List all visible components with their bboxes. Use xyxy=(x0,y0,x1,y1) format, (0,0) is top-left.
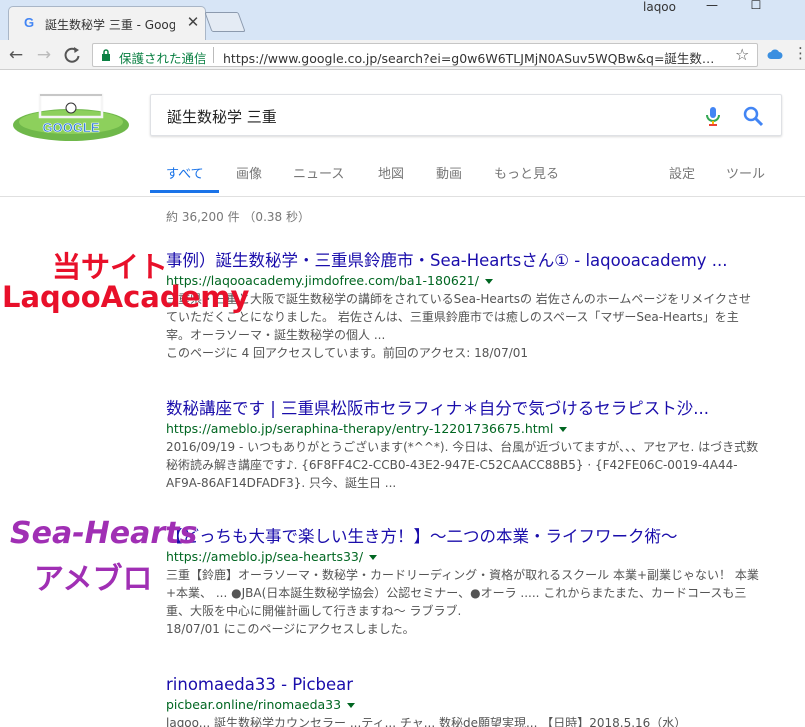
search-box[interactable]: 誕生数秘学 三重 xyxy=(150,94,782,136)
search-result: 事例）誕生数秘学・三重県鈴鹿市・Sea-Heartsさん① - laqooaca… xyxy=(166,250,766,362)
google-header: GOOGLE 誕生数秘学 三重 すべて 画像 ニュース 地図 動画 もっと見る … xyxy=(0,71,805,197)
browser-toolbar: ← → 保護された通信 https://www.google.co.jp/sea… xyxy=(0,40,805,70)
minimize-icon[interactable]: — xyxy=(697,0,727,12)
tab-images[interactable]: 画像 xyxy=(236,163,262,182)
profile-name[interactable]: laqoo xyxy=(643,0,676,14)
lock-icon xyxy=(102,49,110,61)
search-result: 数秘講座です | 三重県松阪市セラフィナ＊自分で気づけるセラピスト沙... ht… xyxy=(166,398,766,492)
back-arrow-icon[interactable]: ← xyxy=(6,45,26,65)
dropdown-arrow-icon[interactable] xyxy=(559,427,568,432)
search-result: rinomaeda33 - Picbear picbear.online/rin… xyxy=(166,674,766,727)
tab-settings[interactable]: 設定 xyxy=(669,163,695,182)
google-doodle-logo[interactable]: GOOGLE xyxy=(10,91,132,143)
maximize-icon[interactable]: ☐ xyxy=(741,0,771,12)
tab-maps[interactable]: 地図 xyxy=(378,163,404,182)
result-url: https://ameblo.jp/seraphina-therapy/entr… xyxy=(166,420,766,438)
result-snippet: 2016/09/19 - いつもありがとうございます(*^^*). 今日は、台風… xyxy=(166,440,759,490)
doodle-lettering: GOOGLE xyxy=(42,120,99,135)
microphone-icon[interactable] xyxy=(704,105,722,127)
forward-arrow-icon[interactable]: → xyxy=(34,45,54,65)
tab-news[interactable]: ニュース xyxy=(293,163,344,182)
secure-label: 保護された通信 xyxy=(119,51,207,66)
reload-icon[interactable] xyxy=(62,45,82,65)
url-text[interactable]: https://www.google.co.jp/search?ei=g0w6W… xyxy=(223,48,723,67)
result-title-link[interactable]: 数秘講座です | 三重県松阪市セラフィナ＊自分で気づけるセラピスト沙... xyxy=(166,398,766,420)
result-url-text: https://ameblo.jp/sea-hearts33/ xyxy=(166,549,364,564)
result-stats: 約 36,200 件 （0.38 秒） xyxy=(166,210,310,224)
result-url-text: https://ameblo.jp/seraphina-therapy/entr… xyxy=(166,421,554,436)
result-title-link[interactable]: 事例）誕生数秘学・三重県鈴鹿市・Sea-Heartsさん① - laqooaca… xyxy=(166,250,766,272)
result-url-text: picbear.online/rinomaeda33 xyxy=(166,697,342,712)
result-visit-info: 18/07/01 にこのページにアクセスしました。 xyxy=(166,622,415,636)
result-url: https://ameblo.jp/sea-hearts33/ xyxy=(166,548,766,566)
search-input[interactable]: 誕生数秘学 三重 xyxy=(167,106,277,127)
dropdown-arrow-icon[interactable] xyxy=(369,555,378,560)
cloud-extension-icon[interactable] xyxy=(767,48,783,60)
dropdown-arrow-icon[interactable] xyxy=(347,703,356,708)
new-tab-button[interactable] xyxy=(204,12,246,32)
search-icon[interactable] xyxy=(742,105,764,127)
bookmark-star-icon[interactable]: ☆ xyxy=(735,45,749,64)
result-title-link[interactable]: 【どっちも大事で楽しい生き方！】〜二つの本業・ライフワーク術〜 xyxy=(166,526,766,548)
tab-videos[interactable]: 動画 xyxy=(436,163,462,182)
browser-menu-icon[interactable]: ⋮ xyxy=(793,44,805,62)
annotation-blog-name: Sea-Hearts xyxy=(10,516,198,551)
result-url: picbear.online/rinomaeda33 xyxy=(166,696,766,714)
omnibox-divider xyxy=(213,47,214,63)
result-title-link[interactable]: rinomaeda33 - Picbear xyxy=(166,674,766,696)
tab-title: 誕生数秘学 三重 - Googl xyxy=(45,18,175,32)
annotation-site-name: LaqooAcademy xyxy=(2,280,250,314)
browser-tab[interactable]: G 誕生数秘学 三重 - Googl ✕ xyxy=(8,6,206,40)
annotation-blog-label: アメブロ xyxy=(34,562,153,597)
result-snippet: 三重【鈴鹿】オーラソーマ・数秘学・カードリーディング・資格が取れるスクール 本業… xyxy=(166,568,759,618)
active-tab-underline xyxy=(150,190,219,193)
result-visit-info: このページに 4 回アクセスしています。前回のアクセス: 18/07/01 xyxy=(166,346,529,360)
tab-tools[interactable]: ツール xyxy=(726,163,765,182)
search-result: 【どっちも大事で楽しい生き方！】〜二つの本業・ライフワーク術〜 https://… xyxy=(166,526,766,638)
result-snippet: 三重県・三重と大阪で誕生数秘学の講師をされているSea-Heartsの 岩佐さん… xyxy=(166,292,751,342)
address-bar[interactable]: 保護された通信 https://www.google.co.jp/search?… xyxy=(92,43,758,67)
browser-titlebar: G 誕生数秘学 三重 - Googl ✕ laqoo — ☐ xyxy=(0,0,805,40)
result-snippet: laqoo... 誕生数秘学カウンセラー ...ティ... チャ... 数秘de… xyxy=(166,716,687,727)
google-favicon-icon: G xyxy=(23,15,35,30)
tab-more[interactable]: もっと見る xyxy=(494,163,559,182)
dropdown-arrow-icon[interactable] xyxy=(484,279,493,284)
result-url: https://laqooacademy.jimdofree.com/ba1-1… xyxy=(166,272,766,290)
tab-all[interactable]: すべて xyxy=(166,163,204,182)
close-icon[interactable]: ✕ xyxy=(185,14,201,30)
